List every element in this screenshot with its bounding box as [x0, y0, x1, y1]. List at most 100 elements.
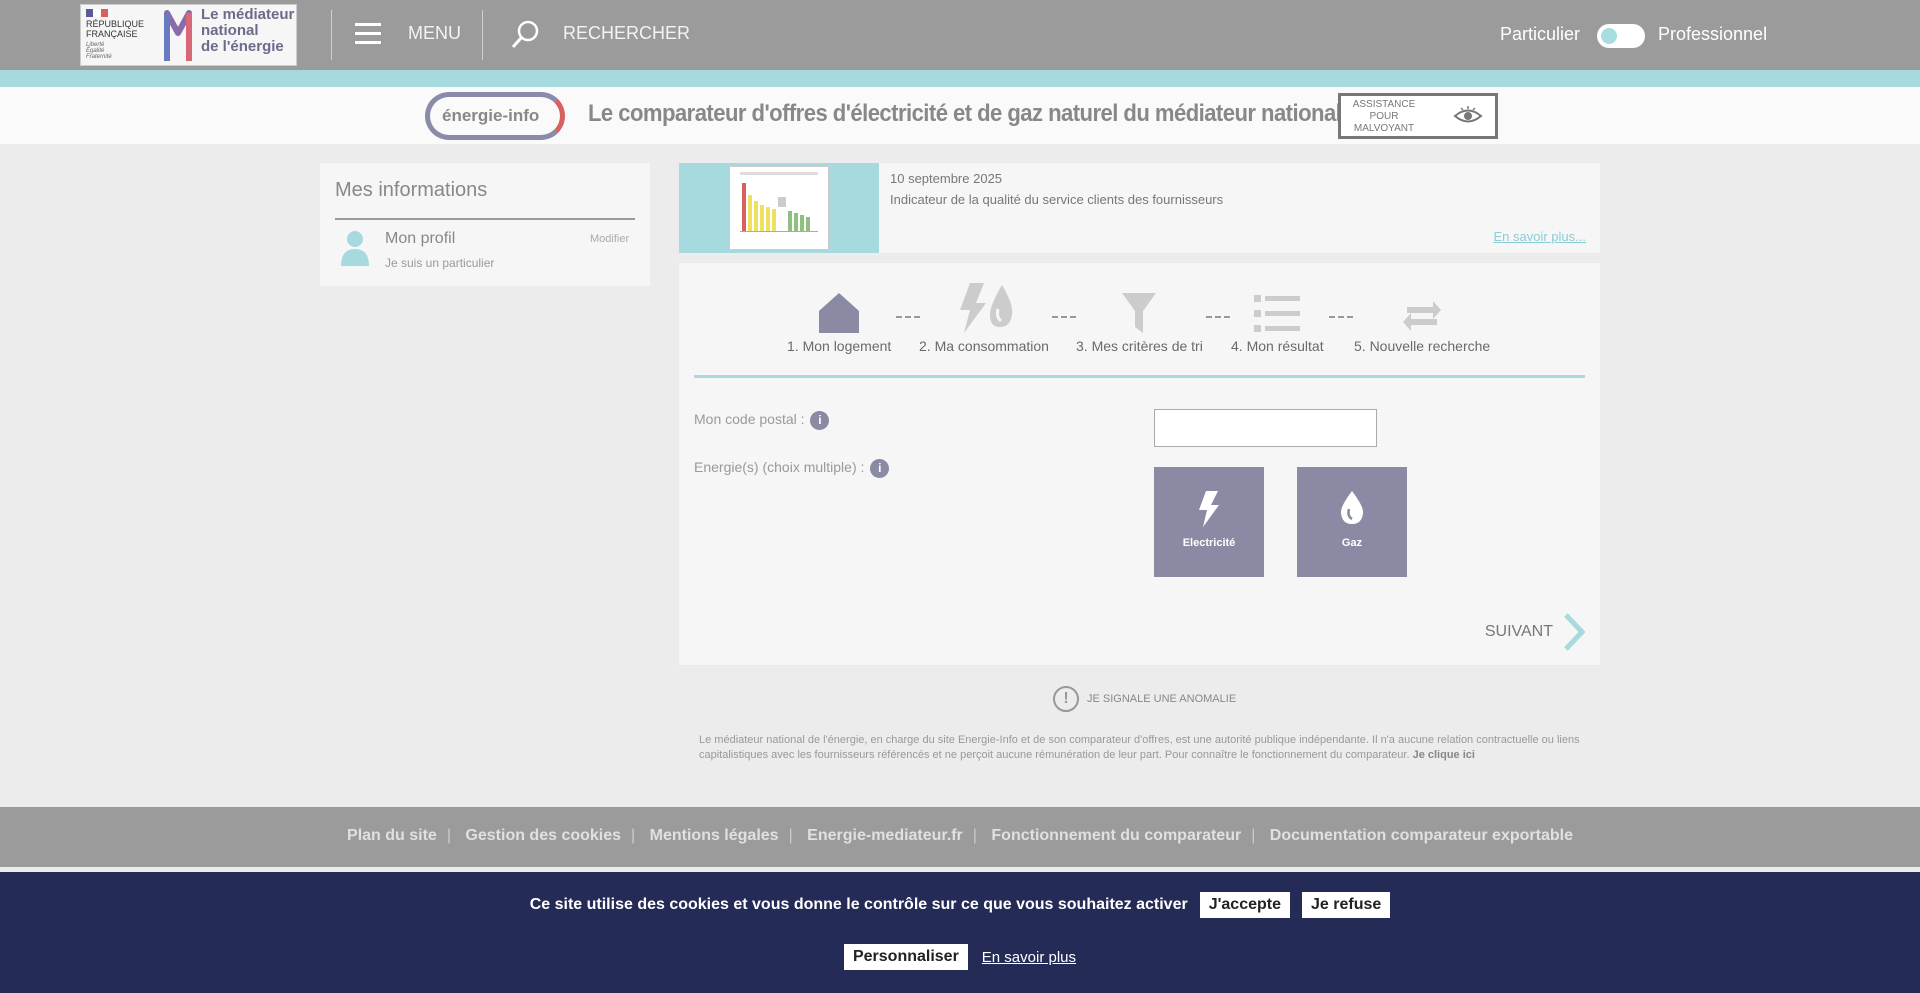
footer-separator: | — [788, 827, 793, 844]
step-mon-resultat[interactable]: 4. Mon résultat — [1231, 283, 1324, 354]
banner-title: Le comparateur d'offres d'électricité et… — [588, 100, 1463, 127]
energie-info-logo[interactable]: énergie-info — [425, 92, 565, 140]
cookie-message: Ce site utilise des cookies et vous donn… — [529, 896, 1188, 913]
step-connector — [1329, 316, 1353, 318]
french-flag-icon — [86, 9, 108, 17]
step-ma-consommation[interactable]: 2. Ma consommation — [919, 283, 1049, 354]
accept-cookies-button[interactable]: J'accepte — [1199, 892, 1290, 918]
energy-label-text: Energie(s) (choix multiple) : — [694, 459, 865, 476]
bar-chart-thumbnail-icon — [740, 172, 818, 232]
energie-info-logo-text: énergie-info — [442, 106, 540, 125]
house-icon — [819, 293, 860, 333]
user-avatar-icon — [341, 231, 369, 266]
report-anomaly-label: JE SIGNALE UNE ANOMALIE — [1087, 693, 1237, 705]
particulier-label[interactable]: Particulier — [1500, 24, 1580, 45]
electricite-button[interactable]: Electricité — [1154, 467, 1264, 577]
search-icon[interactable] — [510, 18, 542, 50]
panel-divider — [335, 218, 635, 220]
menu-button[interactable]: MENU — [408, 23, 461, 44]
footer-separator: | — [972, 827, 977, 844]
next-button[interactable]: SUIVANT — [1485, 613, 1585, 651]
footer-link-plan-du-site[interactable]: Plan du site — [347, 827, 437, 844]
next-label: SUIVANT — [1484, 623, 1553, 640]
assistance-malvoyant-button[interactable]: ASSISTANCE POUR MALVOYANT — [1338, 93, 1498, 139]
step-label: 2. Ma consommation — [919, 338, 1049, 354]
refuse-cookies-button[interactable]: Je refuse — [1302, 892, 1391, 918]
footer-links: Plan du site | Gestion des cookies | Menti… — [0, 827, 1920, 845]
mediateur-logo-text: Le médiateur national de l'énergie — [201, 7, 294, 55]
step-mes-criteres-de-tri[interactable]: 3. Mes critères de tri — [1076, 283, 1203, 354]
footer-link-mentions-legales[interactable]: Mentions légales — [650, 827, 779, 844]
news-card: 10 septembre 2025 Indicateur de la quali… — [679, 163, 1600, 253]
header-divider — [331, 10, 332, 60]
profile-subtitle: Je suis un particulier — [385, 256, 495, 270]
info-icon[interactable]: i — [810, 411, 830, 430]
chevron-right-icon — [1564, 613, 1585, 651]
comparator-banner: énergie-info Le comparateur d'offres d'é… — [0, 87, 1920, 144]
cookies-learn-more-link[interactable]: En savoir plus — [982, 949, 1076, 966]
step-mon-logement[interactable]: 1. Mon logement — [787, 283, 891, 354]
footer-separator: | — [631, 827, 636, 844]
stepper-progress-line — [694, 375, 1585, 378]
disclaimer: Le médiateur national de l'énergie, en c… — [699, 733, 1599, 763]
teal-strip — [0, 70, 1920, 87]
step-label: 1. Mon logement — [787, 338, 892, 354]
energy-icon — [959, 283, 1013, 333]
step-connector — [896, 316, 920, 318]
search-button[interactable]: RECHERCHER — [563, 23, 690, 44]
filter-icon — [1122, 293, 1157, 333]
footer-separator: | — [446, 827, 451, 844]
profile-name: Mon profil — [385, 230, 456, 247]
menu-hamburger-icon[interactable] — [355, 23, 381, 45]
document-preview-image — [729, 166, 829, 250]
footer-link-documentation[interactable]: Documentation comparateur exportable — [1270, 827, 1573, 844]
step-label: 5. Nouvelle recherche — [1354, 338, 1491, 354]
news-thumbnail[interactable] — [679, 163, 879, 253]
profile-type-toggle[interactable] — [1597, 24, 1645, 48]
electricite-label: Electricité — [1182, 537, 1236, 549]
edit-profile-link[interactable]: Modifier — [590, 233, 629, 245]
news-date: 10 septembre 2025 — [890, 171, 1003, 186]
lightning-icon — [1199, 491, 1219, 527]
motto-line-3: Fraternité — [86, 54, 112, 60]
news-title: Indicateur de la qualité du service clie… — [890, 192, 1224, 207]
site-footer: Plan du site | Gestion des cookies | Menti… — [0, 807, 1920, 867]
professionnel-label[interactable]: Professionnel — [1658, 24, 1767, 45]
flame-drop-icon — [1340, 491, 1364, 524]
step-nouvelle-recherche[interactable]: 5. Nouvelle recherche — [1354, 283, 1490, 354]
postal-code-input[interactable] — [1154, 409, 1377, 447]
repeat-icon — [1403, 301, 1442, 331]
step-label: 3. Mes critères de tri — [1076, 338, 1203, 354]
republique-francaise-logo: RÉPUBLIQUE FRANÇAISE Liberté Égalité Fra… — [83, 7, 153, 65]
postal-code-label: Mon code postal : i — [694, 411, 830, 430]
exclamation-icon: ! — [1053, 686, 1079, 712]
footer-link-energie-mediateur[interactable]: Energie-mediateur.fr — [807, 827, 963, 844]
cookie-consent-bar: Ce site utilise des cookies et vous donn… — [0, 872, 1920, 993]
mediateur-m-icon — [164, 10, 192, 61]
header-divider — [482, 10, 483, 60]
postal-code-label-text: Mon code postal : — [694, 411, 805, 428]
gaz-button[interactable]: Gaz — [1297, 467, 1407, 577]
info-icon[interactable]: i — [870, 459, 890, 478]
mediateur-line-3: de l'énergie — [201, 38, 284, 55]
toggle-knob — [1601, 28, 1617, 44]
step-label: 4. Mon résultat — [1231, 338, 1324, 354]
mes-informations-panel: Mes informations Mon profil Je suis un p… — [320, 163, 650, 286]
step-connector — [1052, 316, 1076, 318]
energy-label: Energie(s) (choix multiple) : i — [694, 459, 890, 478]
list-icon — [1254, 295, 1301, 332]
news-read-more-link[interactable]: En savoir plus... — [1494, 229, 1587, 244]
footer-link-fonctionnement[interactable]: Fonctionnement du comparateur — [991, 827, 1241, 844]
comparator-form-panel: 1. Mon logement 2. Ma consommation 3. Me… — [679, 263, 1600, 665]
report-anomaly-link[interactable]: ! JE SIGNALE UNE ANOMALIE — [1053, 686, 1236, 712]
disclaimer-link[interactable]: Je clique ici — [1413, 749, 1475, 761]
mediateur-line-2: national — [201, 22, 259, 39]
mediateur-line-1: Le médiateur — [201, 6, 295, 23]
footer-separator: | — [1251, 827, 1256, 844]
panel-title: Mes informations — [335, 179, 488, 201]
assistance-label: ASSISTANCE POUR MALVOYANT — [1352, 99, 1416, 134]
republique-line-1: RÉPUBLIQUE — [86, 19, 145, 29]
site-logo[interactable]: RÉPUBLIQUE FRANÇAISE Liberté Égalité Fra… — [80, 4, 297, 66]
footer-link-gestion-cookies[interactable]: Gestion des cookies — [465, 827, 621, 844]
customize-cookies-button[interactable]: Personnaliser — [843, 944, 968, 970]
